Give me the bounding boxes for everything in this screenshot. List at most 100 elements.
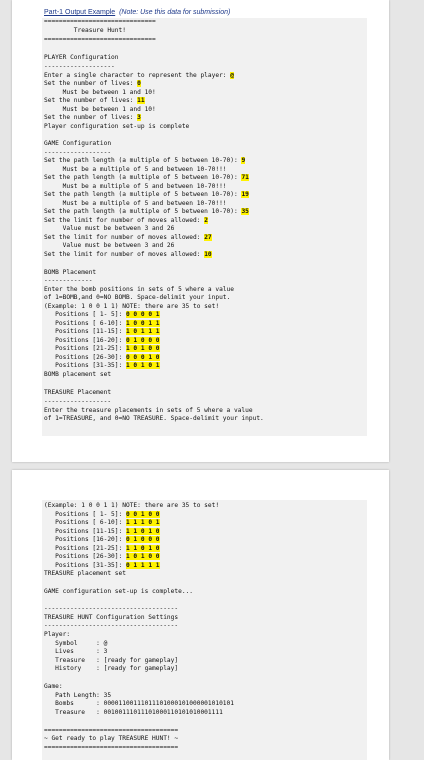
header-title: Part-1 Output Example [44, 9, 116, 16]
console-text: Positions [11-15]: [44, 528, 126, 535]
console-line: ------------------------------------ [44, 622, 178, 631]
console-line: Value must be between 3 and 26 [44, 242, 175, 251]
console-line: Positions [16-20]: 0 1 0 0 0 [44, 536, 160, 545]
console-line: History : [ready for gameplay] [44, 665, 178, 674]
console-text: Player configuration set-up is complete [44, 123, 190, 130]
console-text: Game: [44, 683, 63, 690]
console-line: Positions [11-15]: 1 0 1 1 1 [44, 328, 160, 337]
user-input-highlight: @ [230, 72, 234, 79]
console-text: Set the path length (a multiple of 5 bet… [44, 174, 242, 181]
console-line: Set the path length (a multiple of 5 bet… [44, 174, 249, 183]
console-line: ==================================== [44, 744, 178, 753]
console-text: GAME configuration set-up is complete... [44, 588, 194, 595]
console-line: ------------------- [44, 63, 115, 72]
console-text: Positions [26-30]: [44, 354, 126, 361]
console-text: History : [ready for gameplay] [44, 665, 179, 672]
console-text: Set the path length (a multiple of 5 bet… [44, 157, 242, 164]
console-text: Set the path length (a multiple of 5 bet… [44, 191, 242, 198]
console-text: of 1=TREASURE, and 0=NO TREASURE. Space-… [44, 415, 264, 422]
console-text: Positions [16-20]: [44, 536, 126, 543]
console-line: Positions [ 6-10]: 1 1 1 0 1 [44, 519, 160, 528]
user-input-highlight: 1 1 0 1 0 [125, 528, 160, 535]
console-text: ~ Get ready to play TREASURE HUNT! ~ [44, 735, 179, 742]
console-text: ------------------ [44, 398, 112, 405]
header-note: (Note: Use this data for submission) [119, 9, 231, 16]
console-line: PLAYER Configuration [44, 54, 119, 63]
console-text: Treasure Hunt! [44, 27, 126, 34]
console-text: Bombs : 00001100111011101000101000001010… [44, 700, 234, 707]
console-line: Value must be between 3 and 26 [44, 225, 175, 234]
console-text: Positions [21-25]: [44, 345, 126, 352]
console-text: Set the number of lives: [44, 97, 138, 104]
console-text: Set the limit for number of moves allowe… [44, 234, 205, 241]
console-line: GAME Configuration [44, 140, 111, 149]
user-input-highlight: 1 0 1 0 1 [125, 362, 160, 369]
console-text: Treasure : [ready for gameplay] [44, 657, 179, 664]
console-line: Set the number of lives: 11 [44, 97, 145, 106]
console-text: Positions [16-20]: [44, 337, 126, 344]
console-text: Must be a multiple of 5 and between 10-7… [44, 183, 227, 190]
user-input-highlight: 19 [241, 191, 249, 198]
console-text: ------------------ [44, 149, 112, 156]
console-line: Bombs : 00001100111011101000101000001010… [44, 700, 234, 709]
console-line: Positions [31-35]: 1 0 1 0 1 [44, 362, 160, 371]
user-input-highlight: 11 [137, 97, 145, 104]
console-text: Value must be between 3 and 26 [44, 225, 175, 232]
user-input-highlight: 10 [204, 251, 212, 258]
console-line: Positions [26-30]: 1 0 1 0 0 [44, 553, 160, 562]
console-text: Positions [21-25]: [44, 545, 126, 552]
console-line: ------------------ [44, 398, 111, 407]
user-input-highlight: 0 1 0 0 0 [125, 337, 160, 344]
user-input-highlight: 27 [204, 234, 212, 241]
console-text: (Example: 1 0 0 1 1) NOTE: there are 35 … [44, 303, 220, 310]
console-text: BOMB placement set [44, 371, 112, 378]
console-text: Must be between 1 and 10! [44, 106, 156, 113]
console-text: TREASURE Placement [44, 389, 112, 396]
console-text: GAME Configuration [44, 140, 112, 147]
page-header: Part-1 Output Example (Note: Use this da… [44, 9, 230, 16]
console-line: Player configuration set-up is complete [44, 123, 189, 132]
console-line: Positions [ 1- 5]: 0 0 0 0 1 [44, 311, 160, 320]
console-text: Positions [ 1- 5]: [44, 511, 126, 518]
console-line: Set the number of lives: 3 [44, 114, 141, 123]
console-line: Set the path length (a multiple of 5 bet… [44, 208, 249, 217]
user-input-highlight: 0 [137, 80, 141, 87]
console-line: ------------- [44, 277, 92, 286]
console-line: Positions [21-25]: 1 0 1 0 0 [44, 345, 160, 354]
document-page-1: Part-1 Output Example (Note: Use this da… [12, 0, 389, 462]
console-output-1: ============================== Treasure … [42, 18, 367, 436]
user-input-highlight: 1 0 1 0 0 [125, 553, 160, 560]
console-line: ~ Get ready to play TREASURE HUNT! ~ [44, 735, 178, 744]
console-line: BOMB placement set [44, 371, 111, 380]
user-input-highlight: 1 1 1 0 1 [125, 519, 160, 526]
console-text: Path Length: 35 [44, 692, 112, 699]
console-text: of 1=BOMB,and 0=NO BOMB. Space-delimit y… [44, 294, 231, 301]
console-text: ------------------------------------ [44, 622, 179, 629]
user-input-highlight: 0 1 0 0 0 [125, 536, 160, 543]
console-line: of 1=BOMB,and 0=NO BOMB. Space-delimit y… [44, 294, 230, 303]
user-input-highlight: 9 [241, 157, 246, 164]
console-line: Game: [44, 683, 63, 692]
console-line: Treasure : 00100111011101000110101010001… [44, 709, 223, 718]
user-input-highlight: 0 1 1 1 1 [125, 562, 160, 569]
user-input-highlight: 35 [241, 208, 249, 215]
console-text: ------------- [44, 277, 93, 284]
console-text: Must be a multiple of 5 and between 10-7… [44, 166, 227, 173]
console-line: ============================== [44, 36, 156, 45]
console-text: ==================================== [44, 727, 179, 734]
document-page-2: (Example: 1 0 0 1 1) NOTE: there are 35 … [12, 470, 389, 760]
console-line: TREASURE Placement [44, 389, 111, 398]
console-text: Must be between 1 and 10! [44, 89, 156, 96]
console-text: ============================== [44, 18, 156, 25]
console-text: ------------------- [44, 63, 115, 70]
console-text: Lives : 3 [44, 648, 108, 655]
console-text: Enter the treasure placements in sets of… [44, 407, 253, 414]
console-text: Player: [44, 631, 71, 638]
console-line: of 1=TREASURE, and 0=NO TREASURE. Space-… [44, 415, 264, 424]
console-text: Positions [ 6-10]: [44, 320, 126, 327]
console-line: (Example: 1 0 0 1 1) NOTE: there are 35 … [44, 502, 219, 511]
console-line: TREASURE placement set [44, 570, 126, 579]
console-text: Positions [31-35]: [44, 562, 126, 569]
console-line: Set the path length (a multiple of 5 bet… [44, 157, 246, 166]
console-text: TREASURE placement set [44, 570, 126, 577]
